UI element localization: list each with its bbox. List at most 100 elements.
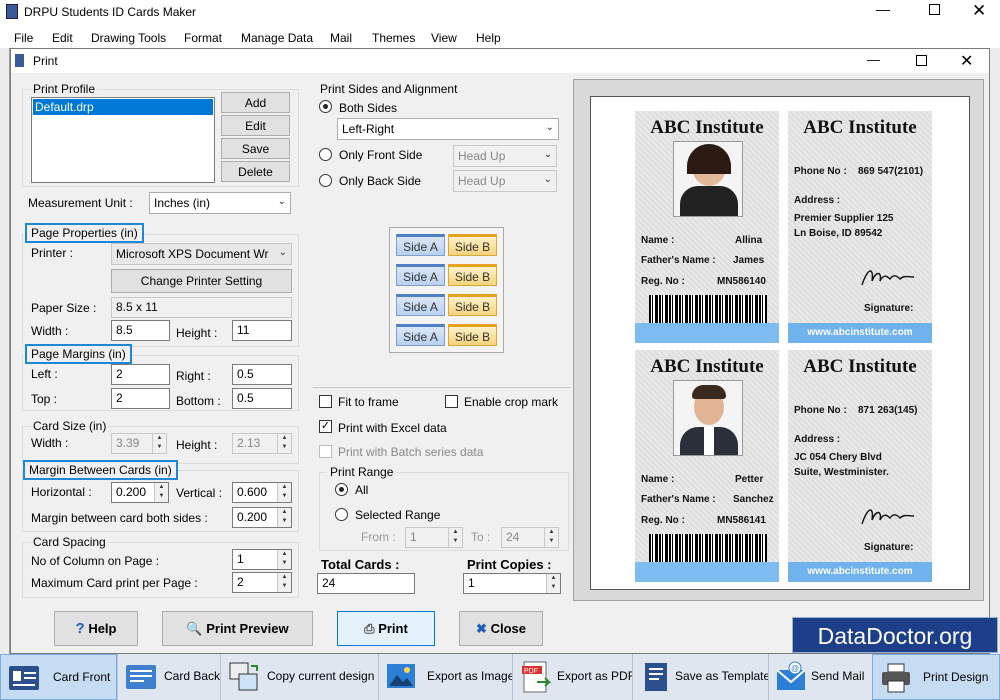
toolbar-export-image[interactable]: Export as Image <box>378 654 514 700</box>
minimize-button[interactable]: — <box>876 1 890 17</box>
spinner-icon[interactable]: ▲ ▼ <box>544 528 558 547</box>
crop-mark-label: Enable crop mark <box>464 395 559 409</box>
add-profile-button[interactable]: Add <box>221 92 290 113</box>
dialog-close-button[interactable]: ✕ <box>960 51 973 71</box>
print-button[interactable]: ⎙ Print <box>337 611 435 646</box>
menu-edit[interactable]: Edit <box>52 31 73 45</box>
menu-mail[interactable]: Mail <box>330 31 352 45</box>
spinner-icon[interactable]: ▲ ▼ <box>277 483 291 502</box>
help-button-label: Help <box>88 621 117 636</box>
front-orientation-select[interactable]: Head Up ⌄ <box>453 145 557 167</box>
spinner-icon[interactable]: ▲ ▼ <box>154 483 168 502</box>
fit-to-frame-checkbox[interactable] <box>319 395 332 408</box>
menu-help[interactable]: Help <box>476 31 501 45</box>
menu-view[interactable]: View <box>431 31 457 45</box>
dialog-minimize-button[interactable]: — <box>867 52 880 67</box>
toolbar-print-design-label: Print Design <box>923 670 989 684</box>
card-footer-strip <box>635 323 779 343</box>
phone-label: Phone No : <box>794 405 847 416</box>
close-app-button[interactable]: ✕ <box>972 1 986 21</box>
svg-text:@: @ <box>791 664 799 673</box>
menu-file[interactable]: File <box>14 31 33 45</box>
card-footer-strip <box>635 562 779 582</box>
card-height-label: Height : <box>176 438 218 452</box>
toolbar-copy-design[interactable]: Copy current design <box>220 654 378 700</box>
toolbar-export-pdf[interactable]: PDF Export as PDF <box>512 654 635 700</box>
columns-field[interactable]: 1 ▲ ▼ <box>232 549 292 570</box>
crop-mark-checkbox[interactable] <box>445 395 458 408</box>
card-width-field[interactable]: 3.39 ▲ ▼ <box>111 433 167 454</box>
measurement-unit-select[interactable]: Inches (in) ⌄ <box>149 192 291 214</box>
spinner-icon[interactable]: ▲ ▼ <box>277 550 291 569</box>
profile-list-item[interactable]: Default.drp <box>33 99 213 115</box>
print-copies-field[interactable]: 1 ▲ ▼ <box>463 573 561 594</box>
horizontal-field[interactable]: 0.200 ▲ ▼ <box>111 482 169 503</box>
toolbar-copy-design-label: Copy current design <box>267 669 375 683</box>
name-value: Petter <box>735 474 764 485</box>
top-margin-field[interactable]: 2 <box>111 388 170 409</box>
range-all-radio[interactable] <box>335 483 348 496</box>
toolbar-send-mail[interactable]: @ Send Mail <box>768 654 872 700</box>
card-institute: ABC Institute <box>650 117 764 138</box>
id-card-back: ABC Institute Phone No : 871 263(145) Ad… <box>788 350 932 582</box>
toolbar-card-back[interactable]: Card Back <box>117 654 220 700</box>
print-preview-button[interactable]: 🔍 Print Preview <box>162 611 313 646</box>
front-side-radio[interactable] <box>319 148 332 161</box>
batch-series-checkbox[interactable] <box>319 445 332 458</box>
printer-select[interactable]: Microsoft XPS Document Wr ⌄ <box>111 243 292 265</box>
toolbar-print-design[interactable]: Print Design <box>872 654 1000 700</box>
columns-label: No of Column on Page : <box>31 554 160 568</box>
card-website: www.abcinstitute.com <box>788 323 932 343</box>
dialog-maximize-button[interactable] <box>916 55 927 66</box>
bottom-margin-field[interactable]: 0.5 <box>232 388 292 409</box>
edit-profile-button[interactable]: Edit <box>221 115 290 136</box>
card-height-field[interactable]: 2.13 ▲ ▼ <box>232 433 292 454</box>
alignment-select[interactable]: Left-Right ⌄ <box>337 118 559 140</box>
menu-themes[interactable]: Themes <box>372 31 415 45</box>
spinner-icon[interactable]: ▲ ▼ <box>277 508 291 527</box>
left-margin-field[interactable]: 2 <box>111 364 170 385</box>
page-height-field[interactable]: 11 <box>232 320 292 341</box>
toolbar-card-front[interactable]: Card Front <box>0 654 117 700</box>
both-sides-radio[interactable] <box>319 100 332 113</box>
both-sides-margin-field[interactable]: 0.200 ▲ ▼ <box>232 507 292 528</box>
spinner-icon[interactable]: ▲ ▼ <box>277 434 291 453</box>
total-cards-field[interactable]: 24 <box>317 573 415 594</box>
selected-range-radio[interactable] <box>335 508 348 521</box>
chevron-down-icon: ⌄ <box>543 149 552 160</box>
max-cards-field[interactable]: 2 ▲ ▼ <box>232 572 292 593</box>
father-value: Sanchez <box>733 494 774 505</box>
range-to-field[interactable]: 24 ▲ ▼ <box>501 527 559 548</box>
datadoctor-watermark: DataDoctor.org <box>792 617 998 653</box>
back-orientation-select[interactable]: Head Up ⌄ <box>453 170 557 192</box>
vertical-field[interactable]: 0.600 ▲ ▼ <box>232 482 292 503</box>
profile-list[interactable]: Default.drp <box>31 97 215 183</box>
spinner-icon[interactable]: ▲ ▼ <box>152 434 166 453</box>
spinner-icon[interactable]: ▲ ▼ <box>277 573 291 592</box>
save-profile-button[interactable]: Save <box>221 138 290 159</box>
delete-profile-button[interactable]: Delete <box>221 161 290 182</box>
menu-manage-data[interactable]: Manage Data <box>241 31 313 45</box>
spinner-icon[interactable]: ▲ ▼ <box>448 528 462 547</box>
help-button[interactable]: ? Help <box>54 611 138 646</box>
print-dialog-icon <box>15 54 24 67</box>
toolbar-save-template[interactable]: Save as Template <box>632 654 770 700</box>
close-button[interactable]: ✖ Close <box>459 611 543 646</box>
paper-size-field[interactable]: 8.5 x 11 <box>111 297 292 318</box>
range-all-label: All <box>355 483 369 497</box>
reg-label: Reg. No : <box>641 515 685 526</box>
excel-data-checkbox[interactable]: ✓ <box>319 420 332 433</box>
change-printer-button[interactable]: Change Printer Setting <box>111 269 292 293</box>
range-from-field[interactable]: 1 ▲ ▼ <box>405 527 463 548</box>
chevron-down-icon: ⌄ <box>277 196 286 207</box>
both-sides-margin-value: 0.200 <box>237 510 268 524</box>
page-width-field[interactable]: 8.5 <box>111 320 170 341</box>
menu-format[interactable]: Format <box>184 31 222 45</box>
right-margin-field[interactable]: 0.5 <box>232 364 292 385</box>
spinner-icon[interactable]: ▲ ▼ <box>546 574 560 593</box>
restore-button[interactable] <box>929 4 940 15</box>
back-side-radio[interactable] <box>319 174 332 187</box>
menu-drawing-tools[interactable]: Drawing Tools <box>91 31 166 45</box>
page-width-label: Width : <box>31 324 69 338</box>
barcode-image <box>649 295 767 323</box>
